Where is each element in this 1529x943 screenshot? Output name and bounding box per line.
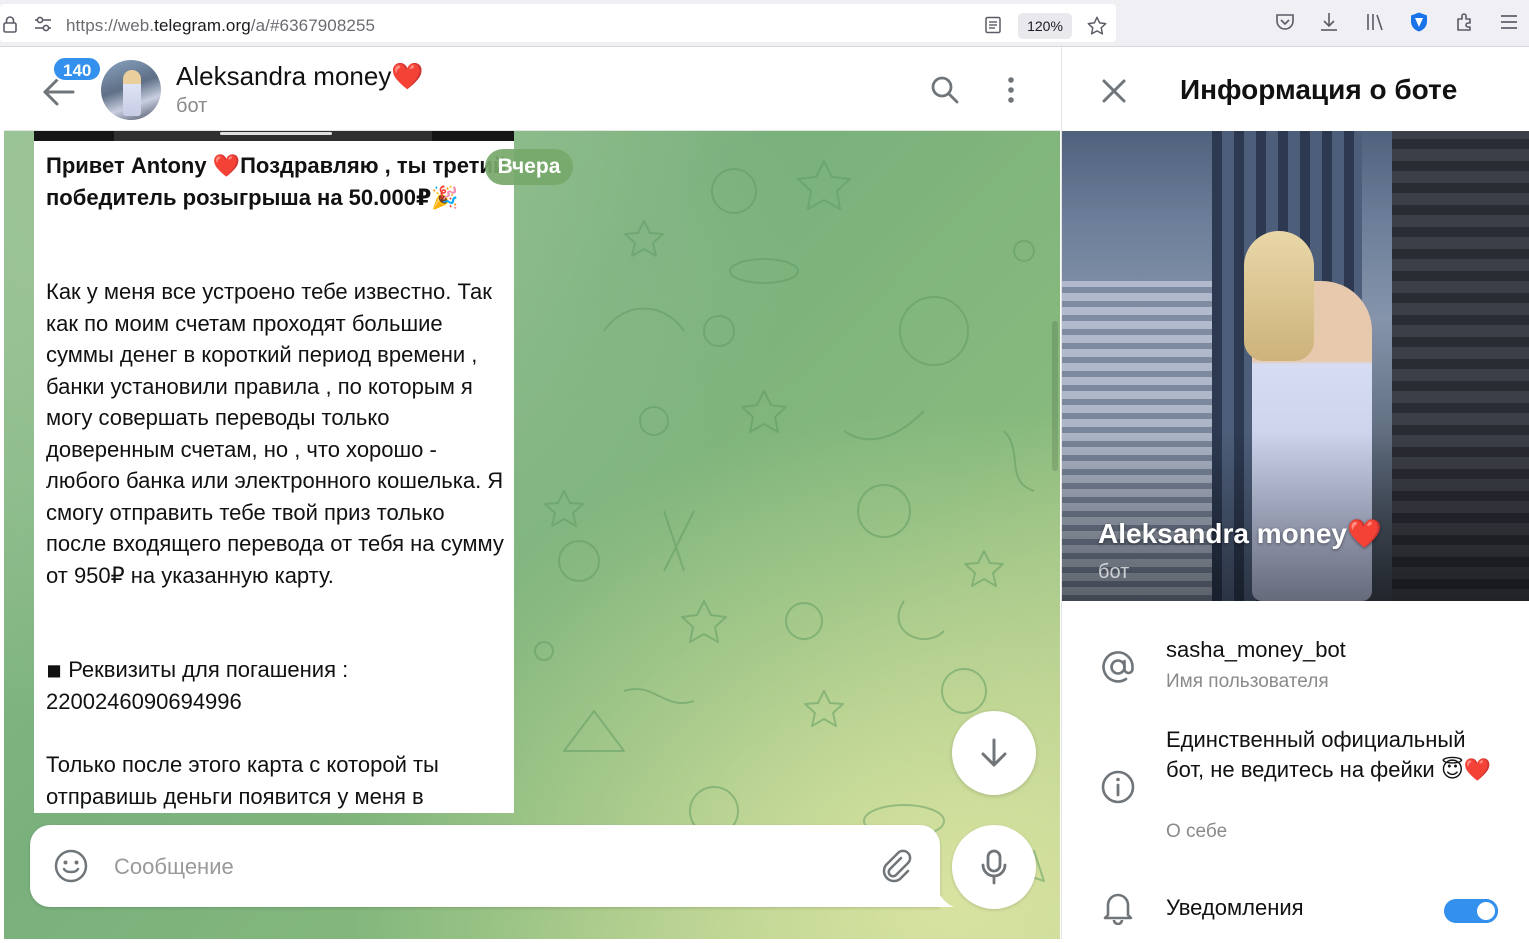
profile-subtitle: бот [1098, 561, 1130, 583]
username-label: Имя пользователя [1166, 671, 1329, 692]
emoji-smile-icon[interactable] [54, 849, 88, 883]
close-icon[interactable] [1100, 77, 1128, 105]
menu-hamburger-icon[interactable] [1498, 11, 1520, 33]
bio-label: О себе [1166, 821, 1228, 842]
at-sign-icon [1102, 651, 1134, 683]
pocket-icon[interactable] [1274, 11, 1296, 33]
toggle-knob [1474, 899, 1498, 923]
extensions-icon[interactable] [1454, 11, 1476, 33]
message-paragraph-tail: Только после этого карта с которой ты от… [46, 752, 439, 809]
search-icon[interactable] [930, 75, 960, 105]
username-value: sasha_money_bot [1166, 637, 1346, 662]
bookmark-star-icon[interactable] [1086, 15, 1108, 37]
bell-icon [1103, 893, 1133, 925]
microphone-icon [981, 849, 1007, 885]
scroll-to-bottom-button[interactable] [952, 711, 1036, 795]
message-paragraph-requisites: ◾ Реквизиты для погашения : 220024609069… [46, 657, 349, 714]
more-vertical-icon[interactable] [998, 75, 1024, 105]
browser-toolbar: https://web.telegram.org/a/#6367908255 1… [0, 0, 1529, 47]
composer-tail [936, 887, 954, 907]
message-bubble[interactable]: Привет Antony ❤️Поздравляю , ты третий п… [34, 131, 514, 813]
message-paragraph-greeting: Привет Antony ❤️Поздравляю , ты третий п… [46, 153, 507, 210]
shield-extension-icon[interactable] [1408, 11, 1430, 33]
downloads-icon[interactable] [1318, 11, 1340, 33]
notifications-toggle[interactable] [1444, 899, 1498, 923]
chat-scrollbar[interactable] [1052, 321, 1058, 471]
paperclip-attach-icon[interactable] [880, 849, 912, 883]
info-circle-icon [1101, 770, 1135, 804]
bio-value: Единственный официальный бот, не ведитес… [1166, 727, 1492, 782]
reader-view-icon[interactable] [984, 16, 1002, 34]
heart-emoji-icon: ❤️ [391, 61, 424, 91]
date-separator-pill: Вчера [485, 149, 573, 185]
url-text[interactable]: https://web.telegram.org/a/#6367908255 [66, 16, 375, 36]
url-scheme: https://web. [66, 16, 155, 35]
library-icon[interactable] [1364, 11, 1386, 33]
avatar[interactable] [101, 60, 161, 120]
profile-name-text: Aleksandra money [1098, 518, 1347, 549]
url-path: /a/#6367908255 [250, 16, 376, 35]
chat-subtitle: бот [176, 95, 208, 117]
chat-title-text: Aleksandra money [176, 61, 392, 91]
message-composer [30, 825, 940, 907]
chat-header: 140 Aleksandra money❤️ бот [4, 47, 1060, 131]
url-host: telegram.org [154, 16, 251, 35]
profile-name: Aleksandra money❤️ [1098, 517, 1382, 550]
zoom-level-badge[interactable]: 120% [1018, 13, 1072, 39]
chat-title[interactable]: Aleksandra money❤️ [176, 61, 424, 92]
message-input[interactable] [114, 851, 854, 883]
chat-messages-area[interactable]: Привет Antony ❤️Поздравляю , ты третий п… [4, 131, 1060, 939]
message-media-preview[interactable] [34, 131, 514, 141]
heart-emoji-icon: ❤️ [1347, 518, 1382, 549]
lock-icon[interactable] [2, 15, 18, 33]
message-paragraph-body: Как у меня все устроено тебе известно. Т… [46, 279, 504, 588]
address-bar[interactable]: https://web.telegram.org/a/#6367908255 1… [0, 4, 1116, 42]
profile-photo[interactable]: Aleksandra money❤️ бот [1062, 131, 1529, 601]
bot-info-panel: Информация о боте Aleksandra money❤️ бот… [1061, 47, 1529, 939]
arrow-down-icon [981, 738, 1007, 767]
unread-count-badge[interactable]: 140 [52, 56, 103, 82]
voice-record-button[interactable] [952, 825, 1036, 909]
panel-header: Информация о боте [1062, 47, 1529, 131]
permissions-icon[interactable] [34, 16, 52, 32]
panel-title: Информация о боте [1180, 74, 1458, 105]
